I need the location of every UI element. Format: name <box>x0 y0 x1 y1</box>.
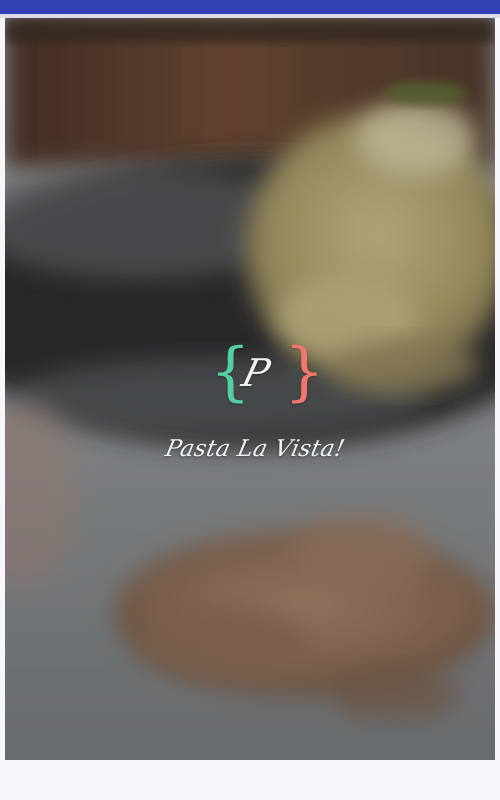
status-bar <box>0 0 500 14</box>
logo-right-brace: } <box>284 335 325 409</box>
splash-screen: { P } Pasta La Vista! <box>5 18 495 760</box>
bottom-spacer <box>0 760 500 800</box>
app-logo: { P } <box>200 340 325 420</box>
brand-title: Pasta La Vista! <box>162 436 348 462</box>
